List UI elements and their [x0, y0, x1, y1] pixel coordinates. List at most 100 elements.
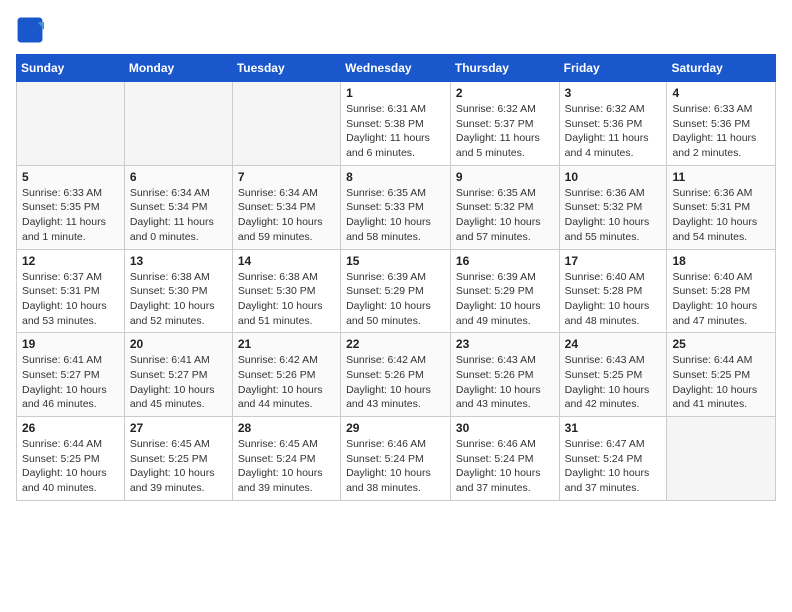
day-info: Sunrise: 6:35 AMSunset: 5:32 PMDaylight:… — [456, 186, 554, 245]
page-header — [16, 16, 776, 44]
day-number: 3 — [565, 86, 662, 100]
day-info: Sunrise: 6:43 AMSunset: 5:25 PMDaylight:… — [565, 353, 662, 412]
calendar-cell: 30Sunrise: 6:46 AMSunset: 5:24 PMDayligh… — [450, 417, 559, 501]
day-info: Sunrise: 6:46 AMSunset: 5:24 PMDaylight:… — [346, 437, 445, 496]
calendar-cell: 20 Sunrise: 6:41 AMSunset: 5:27 PMDayligh… — [124, 333, 232, 417]
day-info: Sunrise: 6:45 AMSunset: 5:25 PMDaylight:… — [130, 437, 227, 496]
calendar-cell: 21 Sunrise: 6:42 AMSunset: 5:26 PMDayligh… — [232, 333, 340, 417]
day-info: Sunrise: 6:36 AMSunset: 5:32 PMDaylight:… — [565, 186, 662, 245]
week-row-4: 26 Sunrise: 6:44 AMSunset: 5:25 PMDayligh… — [17, 417, 776, 501]
day-info: Sunrise: 6:44 AMSunset: 5:25 PMDaylight:… — [22, 437, 119, 496]
day-number: 24 — [565, 337, 662, 351]
day-info: Sunrise: 6:33 AMSunset: 5:35 PMDaylight:… — [22, 186, 119, 245]
day-number: 8 — [346, 170, 445, 184]
day-number: 9 — [456, 170, 554, 184]
calendar-cell — [124, 82, 232, 166]
day-info: Sunrise: 6:38 AMSunset: 5:30 PMDaylight:… — [238, 270, 335, 329]
day-header-friday: Friday — [559, 55, 667, 82]
day-number: 23 — [456, 337, 554, 351]
day-info: Sunrise: 6:47 AMSunset: 5:24 PMDaylight:… — [565, 437, 662, 496]
day-info: Sunrise: 6:37 AMSunset: 5:31 PMDaylight:… — [22, 270, 119, 329]
day-number: 18 — [672, 254, 770, 268]
day-info: Sunrise: 6:39 AMSunset: 5:29 PMDaylight:… — [456, 270, 554, 329]
day-number: 16 — [456, 254, 554, 268]
day-number: 26 — [22, 421, 119, 435]
day-info: Sunrise: 6:34 AMSunset: 5:34 PMDaylight:… — [238, 186, 335, 245]
day-number: 5 — [22, 170, 119, 184]
calendar-table: SundayMondayTuesdayWednesdayThursdayFrid… — [16, 54, 776, 501]
calendar-cell: 10 Sunrise: 6:36 AMSunset: 5:32 PMDayligh… — [559, 165, 667, 249]
day-number: 14 — [238, 254, 335, 268]
day-info: Sunrise: 6:38 AMSunset: 5:30 PMDaylight:… — [130, 270, 227, 329]
week-row-1: 5 Sunrise: 6:33 AMSunset: 5:35 PMDaylight… — [17, 165, 776, 249]
day-number: 2 — [456, 86, 554, 100]
calendar-cell: 6Sunrise: 6:34 AMSunset: 5:34 PMDaylight… — [124, 165, 232, 249]
day-number: 7 — [238, 170, 335, 184]
day-info: Sunrise: 6:33 AMSunset: 5:36 PMDaylight:… — [672, 102, 770, 161]
calendar-cell: 9 Sunrise: 6:35 AMSunset: 5:32 PMDaylight… — [450, 165, 559, 249]
calendar-cell: 1 Sunrise: 6:31 AMSunset: 5:38 PMDaylight… — [341, 82, 451, 166]
day-info: Sunrise: 6:31 AMSunset: 5:38 PMDaylight:… — [346, 102, 445, 161]
day-info: Sunrise: 6:41 AMSunset: 5:27 PMDaylight:… — [22, 353, 119, 412]
calendar-cell: 24 Sunrise: 6:43 AMSunset: 5:25 PMDayligh… — [559, 333, 667, 417]
calendar-cell: 15 Sunrise: 6:39 AMSunset: 5:29 PMDayligh… — [341, 249, 451, 333]
day-number: 13 — [130, 254, 227, 268]
calendar-cell: 7 Sunrise: 6:34 AMSunset: 5:34 PMDaylight… — [232, 165, 340, 249]
calendar-cell: 14 Sunrise: 6:38 AMSunset: 5:30 PMDayligh… — [232, 249, 340, 333]
day-info: Sunrise: 6:44 AMSunset: 5:25 PMDaylight:… — [672, 353, 770, 412]
calendar-cell — [232, 82, 340, 166]
logo-icon — [16, 16, 44, 44]
calendar-cell: 19Sunrise: 6:41 AMSunset: 5:27 PMDayligh… — [17, 333, 125, 417]
calendar-cell — [17, 82, 125, 166]
calendar-cell: 16 Sunrise: 6:39 AMSunset: 5:29 PMDayligh… — [450, 249, 559, 333]
calendar-cell: 2 Sunrise: 6:32 AMSunset: 5:37 PMDaylight… — [450, 82, 559, 166]
day-info: Sunrise: 6:43 AMSunset: 5:26 PMDaylight:… — [456, 353, 554, 412]
day-number: 21 — [238, 337, 335, 351]
calendar-cell: 23 Sunrise: 6:43 AMSunset: 5:26 PMDayligh… — [450, 333, 559, 417]
calendar-cell: 3Sunrise: 6:32 AMSunset: 5:36 PMDaylight… — [559, 82, 667, 166]
day-number: 25 — [672, 337, 770, 351]
calendar-cell: 4 Sunrise: 6:33 AMSunset: 5:36 PMDaylight… — [667, 82, 776, 166]
calendar-cell: 28 Sunrise: 6:45 AMSunset: 5:24 PMDayligh… — [232, 417, 340, 501]
day-number: 12 — [22, 254, 119, 268]
day-number: 15 — [346, 254, 445, 268]
calendar-cell: 13 Sunrise: 6:38 AMSunset: 5:30 PMDayligh… — [124, 249, 232, 333]
day-header-thursday: Thursday — [450, 55, 559, 82]
calendar-cell: 18 Sunrise: 6:40 AMSunset: 5:28 PMDayligh… — [667, 249, 776, 333]
day-header-wednesday: Wednesday — [341, 55, 451, 82]
day-info: Sunrise: 6:35 AMSunset: 5:33 PMDaylight:… — [346, 186, 445, 245]
day-info: Sunrise: 6:42 AMSunset: 5:26 PMDaylight:… — [346, 353, 445, 412]
day-header-saturday: Saturday — [667, 55, 776, 82]
day-info: Sunrise: 6:40 AMSunset: 5:28 PMDaylight:… — [565, 270, 662, 329]
calendar-cell: 29 Sunrise: 6:46 AMSunset: 5:24 PMDayligh… — [341, 417, 451, 501]
day-header-monday: Monday — [124, 55, 232, 82]
calendar-cell: 12 Sunrise: 6:37 AMSunset: 5:31 PMDayligh… — [17, 249, 125, 333]
day-number: 28 — [238, 421, 335, 435]
day-info: Sunrise: 6:40 AMSunset: 5:28 PMDaylight:… — [672, 270, 770, 329]
day-number: 11 — [672, 170, 770, 184]
day-header-tuesday: Tuesday — [232, 55, 340, 82]
calendar-cell: 22 Sunrise: 6:42 AMSunset: 5:26 PMDayligh… — [341, 333, 451, 417]
calendar-cell: 17Sunrise: 6:40 AMSunset: 5:28 PMDayligh… — [559, 249, 667, 333]
calendar-cell: 8 Sunrise: 6:35 AMSunset: 5:33 PMDaylight… — [341, 165, 451, 249]
week-row-2: 12 Sunrise: 6:37 AMSunset: 5:31 PMDayligh… — [17, 249, 776, 333]
day-number: 22 — [346, 337, 445, 351]
day-number: 10 — [565, 170, 662, 184]
calendar-cell: 11 Sunrise: 6:36 AMSunset: 5:31 PMDayligh… — [667, 165, 776, 249]
day-info: Sunrise: 6:41 AMSunset: 5:27 PMDaylight:… — [130, 353, 227, 412]
calendar-cell — [667, 417, 776, 501]
day-number: 31 — [565, 421, 662, 435]
day-number: 4 — [672, 86, 770, 100]
day-info: Sunrise: 6:45 AMSunset: 5:24 PMDaylight:… — [238, 437, 335, 496]
day-info: Sunrise: 6:42 AMSunset: 5:26 PMDaylight:… — [238, 353, 335, 412]
day-number: 29 — [346, 421, 445, 435]
day-info: Sunrise: 6:36 AMSunset: 5:31 PMDaylight:… — [672, 186, 770, 245]
day-number: 6 — [130, 170, 227, 184]
day-header-sunday: Sunday — [17, 55, 125, 82]
day-number: 20 — [130, 337, 227, 351]
week-row-0: 1 Sunrise: 6:31 AMSunset: 5:38 PMDaylight… — [17, 82, 776, 166]
day-info: Sunrise: 6:32 AMSunset: 5:37 PMDaylight:… — [456, 102, 554, 161]
day-info: Sunrise: 6:39 AMSunset: 5:29 PMDaylight:… — [346, 270, 445, 329]
day-number: 1 — [346, 86, 445, 100]
calendar-cell: 26 Sunrise: 6:44 AMSunset: 5:25 PMDayligh… — [17, 417, 125, 501]
